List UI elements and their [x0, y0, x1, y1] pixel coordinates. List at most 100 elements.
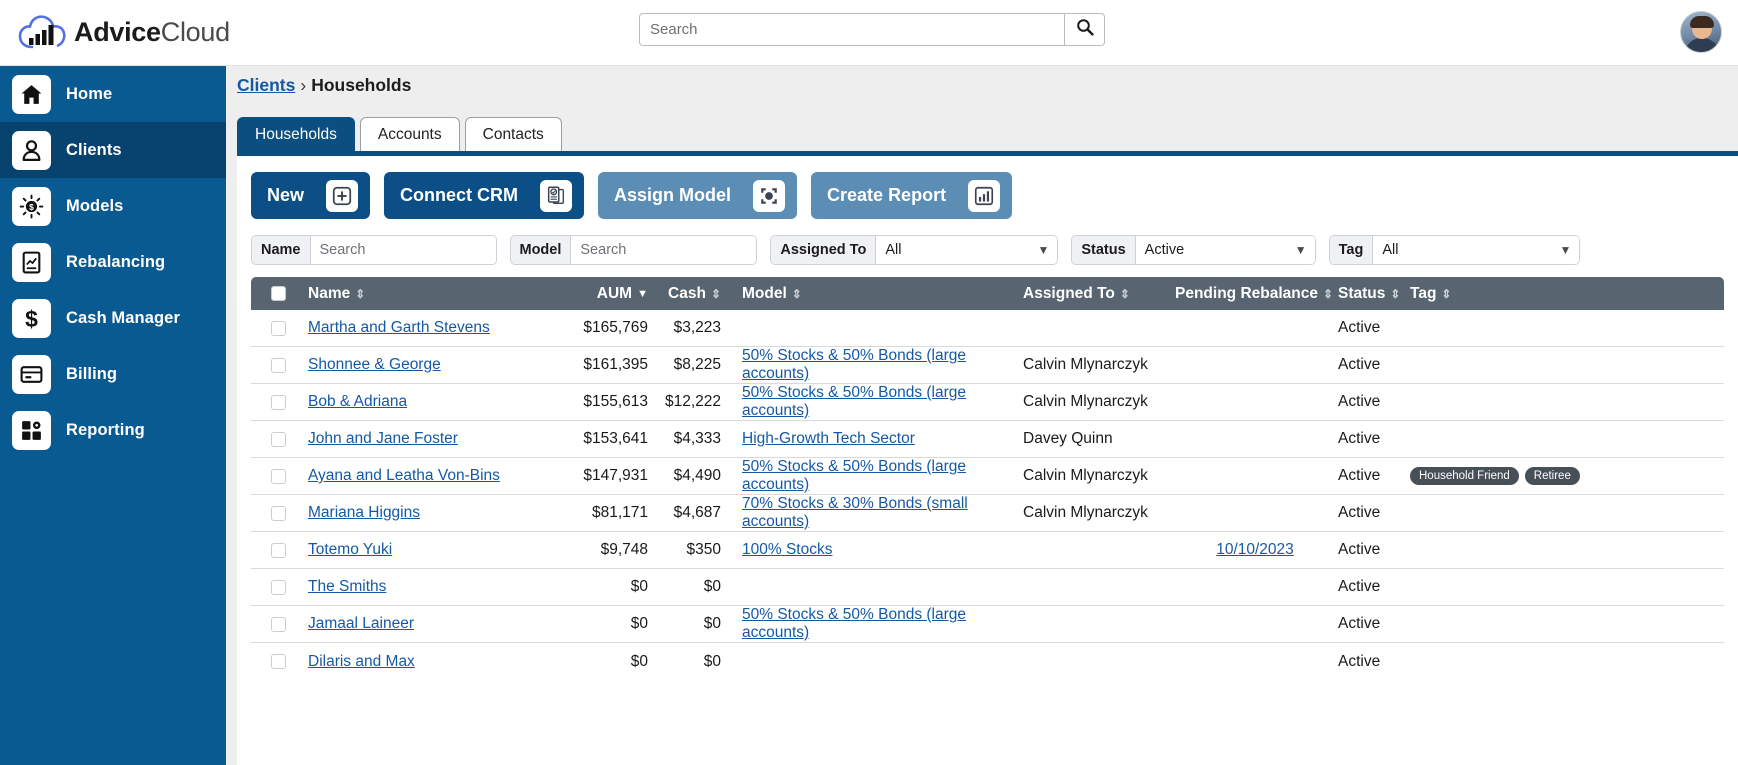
filter-assigned-to: Assigned To All ▼ — [770, 235, 1059, 265]
target-icon — [753, 179, 786, 212]
app-logo[interactable]: AdviceCloud — [18, 14, 230, 52]
sidebar-item-cash-manager[interactable]: $ Cash Manager — [0, 290, 226, 346]
row-checkbox[interactable] — [270, 542, 286, 558]
cell-name-link[interactable]: Mariana Higgins — [308, 504, 420, 521]
cell-aum: $0 — [630, 615, 648, 632]
column-header-status[interactable]: Status ⇕ — [1335, 285, 1407, 303]
cell-cash: $0 — [703, 615, 721, 632]
row-select-cell — [251, 431, 305, 447]
cell-assigned-to: Calvin Mlynarczyk — [1023, 356, 1148, 373]
row-checkbox[interactable] — [270, 394, 286, 410]
create-report-button[interactable]: Create Report — [811, 172, 1013, 219]
cell-status: Active — [1338, 615, 1381, 632]
search-input[interactable] — [639, 13, 1064, 46]
column-header-aum[interactable]: AUM ▼ — [530, 285, 648, 303]
filter-name-input[interactable] — [310, 236, 496, 264]
filter-model-label: Model — [510, 236, 572, 264]
filter-assigned-to-select[interactable]: All ▼ — [876, 236, 1058, 264]
cell-model-link[interactable]: 70% Stocks & 30% Bonds (small accounts) — [742, 495, 968, 530]
column-header-model[interactable]: Model ⇕ — [721, 285, 1023, 303]
filter-model-input[interactable] — [571, 236, 757, 264]
avatar[interactable] — [1680, 11, 1722, 53]
cell-name-link[interactable]: The Smiths — [308, 578, 386, 595]
new-button[interactable]: New — [251, 172, 371, 219]
row-checkbox[interactable] — [270, 357, 286, 373]
row-checkbox[interactable] — [270, 320, 286, 336]
tab-contacts[interactable]: Contacts — [464, 117, 562, 151]
cell-model: 50% Stocks & 50% Bonds (large accounts) — [721, 606, 1023, 642]
tab-accounts[interactable]: Accounts — [359, 117, 460, 151]
filter-status-select[interactable]: Active ▼ — [1135, 236, 1315, 264]
row-select-cell — [251, 654, 305, 669]
assign-model-button[interactable]: Assign Model — [598, 172, 798, 219]
cell-name-link[interactable]: Totemo Yuki — [308, 541, 392, 558]
table-row: John and Jane Foster $153,641 $4,333 High-G… — [251, 421, 1724, 458]
sidebar-item-clients[interactable]: Clients — [0, 122, 226, 178]
column-header-pending-rebalance[interactable]: Pending Rebalance ⇕ — [1175, 285, 1335, 303]
cell-assigned-to: Davey Quinn — [1023, 430, 1113, 447]
row-checkbox[interactable] — [270, 654, 286, 669]
tab-households-label: Households — [255, 125, 337, 143]
search-button[interactable] — [1064, 13, 1105, 46]
row-checkbox[interactable] — [270, 579, 286, 595]
column-header-tag-label: Tag — [1410, 284, 1437, 302]
cell-status: Active — [1338, 467, 1381, 484]
cell-model-link[interactable]: 100% Stocks — [742, 541, 832, 558]
connect-crm-button[interactable]: Connect CRM — [384, 172, 585, 219]
row-checkbox[interactable] — [270, 468, 286, 484]
row-checkbox[interactable] — [270, 431, 286, 447]
column-header-tag[interactable]: Tag ⇕ — [1407, 285, 1724, 303]
tab-accounts-label: Accounts — [377, 125, 442, 143]
cell-cash: $0 — [703, 578, 721, 595]
column-header-assigned-to[interactable]: Assigned To ⇕ — [1023, 285, 1175, 303]
sidebar-item-rebalancing[interactable]: Rebalancing — [0, 234, 226, 290]
cell-model-link[interactable]: 50% Stocks & 50% Bonds (large accounts) — [742, 606, 966, 641]
cell-cash: $0 — [703, 652, 721, 670]
column-header-cash[interactable]: Cash ⇕ — [648, 285, 721, 303]
breadcrumb-link-clients[interactable]: Clients — [237, 75, 295, 95]
cell-status: Active — [1338, 652, 1381, 670]
row-checkbox[interactable] — [270, 505, 286, 521]
row-checkbox[interactable] — [270, 616, 286, 632]
brand-bold: Advice — [74, 17, 161, 47]
cell-name-link[interactable]: Jamaal Laineer — [308, 615, 414, 632]
column-header-name[interactable]: Name ⇕ — [305, 285, 530, 303]
cell-name: Ayana and Leatha Von-Bins — [305, 467, 530, 485]
cell-tag: Household Friend Retiree — [1407, 467, 1724, 485]
cell-status: Active — [1338, 504, 1381, 521]
table-row: Jamaal Laineer $0 $0 50% Stocks & 50% Bonds… — [251, 606, 1724, 643]
cell-name-link[interactable]: Martha and Garth Stevens — [308, 319, 490, 336]
cell-name-link[interactable]: John and Jane Foster — [308, 430, 458, 447]
svg-text:$: $ — [25, 306, 38, 331]
sidebar-item-billing[interactable]: Billing — [0, 346, 226, 402]
cell-model-link[interactable]: 50% Stocks & 50% Bonds (large accounts) — [742, 347, 966, 382]
cell-model-link[interactable]: 50% Stocks & 50% Bonds (large accounts) — [742, 384, 966, 419]
create-report-button-label: Create Report — [827, 185, 947, 205]
column-header-status-label: Status — [1338, 284, 1386, 302]
cell-name-link[interactable]: Bob & Adriana — [308, 393, 407, 410]
cell-aum: $9,748 — [600, 541, 648, 558]
sidebar-label-cash-manager: Cash Manager — [66, 308, 180, 327]
cell-model-link[interactable]: High-Growth Tech Sector — [742, 430, 915, 447]
cell-name-link[interactable]: Shonnee & George — [308, 356, 441, 373]
cell-cash: $4,333 — [673, 430, 721, 447]
cell-name-link[interactable]: Ayana and Leatha Von-Bins — [308, 467, 500, 484]
tab-households[interactable]: Households — [237, 117, 355, 151]
filter-status: Status Active ▼ — [1071, 235, 1316, 265]
select-all-checkbox[interactable] — [270, 286, 286, 301]
filter-tag-select[interactable]: All ▼ — [1373, 236, 1580, 264]
cell-model-link[interactable]: 50% Stocks & 50% Bonds (large accounts) — [742, 458, 966, 493]
column-header-pending-rebalance-label: Pending Rebalance — [1175, 284, 1318, 302]
cell-name-link[interactable]: Dilaris and Max — [308, 653, 415, 670]
sidebar-label-billing: Billing — [66, 364, 118, 383]
row-select-cell — [251, 542, 305, 558]
cell-status: Active — [1338, 356, 1381, 373]
cell-pending-rebalance-link[interactable]: 10/10/2023 — [1216, 541, 1294, 558]
row-select-cell — [251, 579, 305, 595]
sidebar-item-reporting[interactable]: Reporting — [0, 402, 226, 458]
cell-assigned-to: Calvin Mlynarczyk — [1023, 504, 1148, 521]
chevron-down-icon: ▼ — [1037, 243, 1050, 257]
cell-aum: $161,395 — [583, 356, 648, 373]
sidebar-item-home[interactable]: Home — [0, 66, 226, 122]
sidebar-item-models[interactable]: $ Models — [0, 178, 226, 234]
